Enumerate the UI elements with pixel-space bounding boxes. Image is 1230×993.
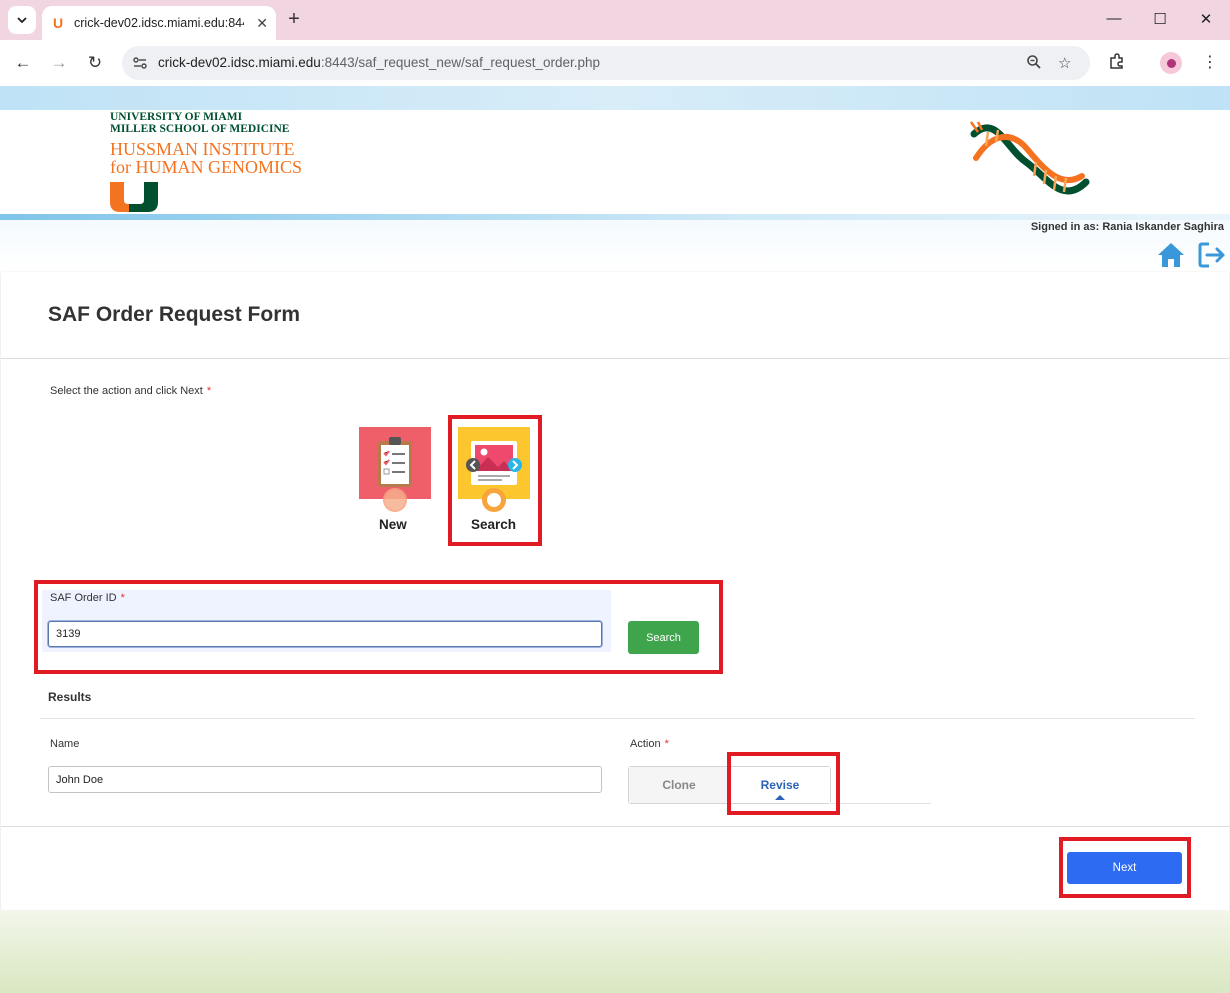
logo-um-line1: UNIVERSITY OF MIAMI: [110, 111, 243, 123]
minimize-icon[interactable]: —: [1104, 10, 1124, 27]
extensions-icon[interactable]: [1108, 52, 1126, 75]
site-settings-icon[interactable]: [132, 55, 148, 71]
close-tab-icon[interactable]: ✕: [256, 15, 268, 32]
dna-helix-logo: [969, 121, 1090, 195]
back-arrow-icon[interactable]: ←: [12, 52, 34, 74]
results-divider: [40, 718, 1195, 719]
reload-icon[interactable]: ↻: [84, 52, 106, 74]
results-title: Results: [48, 690, 92, 704]
top-decorative-band: [0, 86, 1230, 110]
clone-label: Clone: [662, 778, 696, 792]
browser-toolbar: ← → ↻ crick-dev02.idsc.miami.edu:8443/sa…: [0, 40, 1230, 86]
order-id-input[interactable]: [48, 621, 602, 647]
next-button[interactable]: Next: [1067, 852, 1182, 884]
profile-person-icon: [1166, 58, 1176, 68]
um-favicon-icon: U: [52, 15, 64, 31]
zoom-icon[interactable]: [1026, 54, 1042, 74]
browser-tab[interactable]: U crick-dev02.idsc.miami.edu:8443 ✕: [42, 6, 276, 40]
profile-avatar[interactable]: [1160, 52, 1182, 74]
action-label-text: Action: [630, 738, 661, 750]
order-id-label-text: SAF Order ID: [50, 592, 117, 604]
close-window-icon[interactable]: ✕: [1196, 10, 1216, 28]
caret-up-icon: [775, 795, 785, 800]
new-tab-button[interactable]: +: [283, 8, 305, 30]
tab-title: crick-dev02.idsc.miami.edu:8443: [74, 16, 244, 30]
logo-hi-line2: for HUMAN GENOMICS: [110, 157, 302, 177]
required-asterisk: *: [664, 738, 669, 750]
action-underline: [831, 803, 931, 804]
title-divider: [1, 358, 1229, 359]
option-search-radio[interactable]: [482, 488, 506, 512]
option-search-label: Search: [471, 517, 517, 532]
bottom-decorative-background: [0, 910, 1230, 993]
chevron-down-icon: [17, 17, 27, 24]
action-label: Action *: [630, 738, 669, 750]
action-prompt-text: Select the action and click Next: [50, 385, 203, 397]
action-prompt-label: Select the action and click Next *: [50, 385, 211, 397]
option-new-label: New: [379, 517, 407, 532]
order-id-label: SAF Order ID *: [50, 592, 125, 604]
url-text[interactable]: crick-dev02.idsc.miami.edu:8443/saf_requ…: [158, 55, 600, 70]
revise-button[interactable]: Revise: [730, 767, 830, 803]
footer-divider: [1, 826, 1229, 827]
name-label: Name: [50, 738, 80, 750]
bookmark-star-icon[interactable]: ☆: [1058, 54, 1071, 72]
page-title: SAF Order Request Form: [48, 303, 301, 326]
revise-label: Revise: [760, 778, 800, 792]
tab-search-button[interactable]: [8, 6, 36, 34]
signed-in-user: Signed in as: Rania Iskander Saghira: [1030, 221, 1224, 233]
um-u-logo: [110, 182, 158, 212]
maximize-icon[interactable]: ☐: [1150, 10, 1170, 28]
clone-button[interactable]: Clone: [629, 767, 730, 803]
home-icon[interactable]: [1157, 241, 1185, 269]
forward-arrow-icon[interactable]: →: [48, 52, 70, 74]
search-button[interactable]: Search: [628, 621, 699, 654]
required-asterisk: *: [206, 385, 212, 397]
header-divider: [0, 214, 1230, 220]
required-asterisk: *: [120, 592, 125, 604]
option-new-radio[interactable]: [383, 488, 407, 512]
logo-um-line2: MILLER SCHOOL OF MEDICINE: [110, 123, 290, 135]
name-field[interactable]: [48, 766, 602, 793]
browser-menu-icon[interactable]: ⋮: [1202, 52, 1218, 72]
logout-icon[interactable]: [1197, 241, 1227, 269]
browser-tab-strip: U crick-dev02.idsc.miami.edu:8443 ✕ + — …: [0, 0, 1230, 40]
url-host: crick-dev02.idsc.miami.edu: [158, 55, 321, 70]
action-segmented-control: Clone Revise: [628, 766, 831, 804]
address-bar[interactable]: crick-dev02.idsc.miami.edu:8443/saf_requ…: [122, 46, 1090, 80]
url-path: :8443/saf_request_new/saf_request_order.…: [320, 55, 601, 70]
